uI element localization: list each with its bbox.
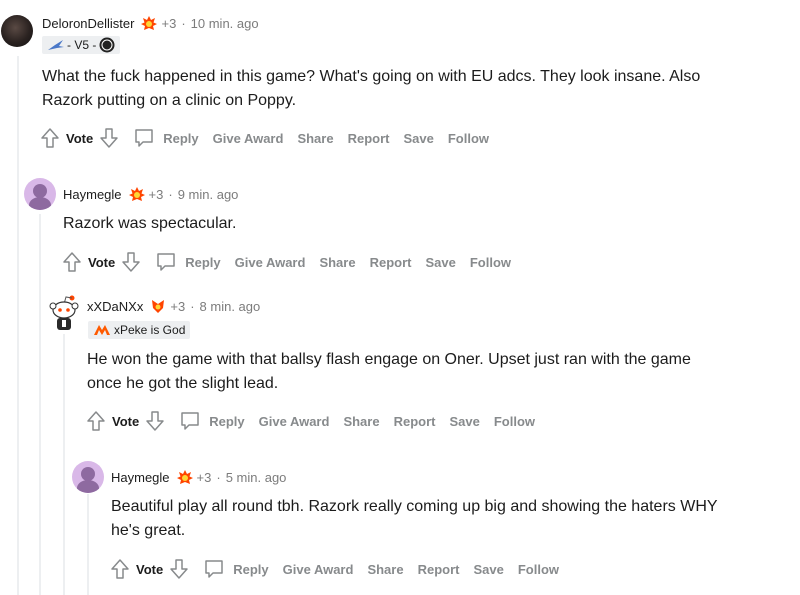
timestamp[interactable]: 5 min. ago xyxy=(226,470,287,485)
reply-button[interactable]: Reply xyxy=(133,127,199,149)
give-award-button[interactable]: Give Award xyxy=(259,414,330,429)
give-award-button[interactable]: Give Award xyxy=(235,255,306,270)
reply-button[interactable]: Reply xyxy=(155,251,221,273)
award-icon xyxy=(152,300,165,313)
username[interactable]: DeloronDellister xyxy=(42,16,134,31)
comment-body: He won the game with that ballsy flash e… xyxy=(87,351,691,392)
user-flair: xPeke is God xyxy=(88,321,191,339)
snoo-icon xyxy=(49,295,79,330)
avatar[interactable] xyxy=(1,15,33,47)
award-icon xyxy=(128,187,145,201)
timestamp[interactable]: 8 min. ago xyxy=(200,299,261,314)
upvote-icon[interactable] xyxy=(86,410,106,432)
award-icon xyxy=(176,470,193,484)
comment-meta: xXDaNXx +3 · 8 min. ago xyxy=(87,298,261,314)
share-button[interactable]: Share xyxy=(343,414,379,429)
comment-meta: DeloronDellister +3 · 10 min. ago xyxy=(42,15,259,31)
comment-icon xyxy=(157,253,175,271)
comment-actions: Vote Reply Give Award Share Report Save … xyxy=(62,250,511,274)
award-icon xyxy=(141,16,158,30)
karma: +3 xyxy=(196,469,212,485)
avatar[interactable] xyxy=(72,461,104,493)
reply-button[interactable]: Reply xyxy=(179,410,245,432)
team-logo-icon xyxy=(99,37,115,53)
comment-meta: Haymegle +3 · 9 min. ago xyxy=(63,186,239,202)
comment-body: What the fuck happened in this game? Wha… xyxy=(42,68,701,109)
follow-button[interactable]: Follow xyxy=(494,414,535,429)
vote-count: Vote xyxy=(136,561,164,577)
flair-text: xPeke is God xyxy=(114,323,186,337)
upvote-icon[interactable] xyxy=(110,558,130,580)
save-button[interactable]: Save xyxy=(473,562,503,577)
share-button[interactable]: Share xyxy=(297,131,333,146)
username[interactable]: Haymegle xyxy=(63,187,122,202)
timestamp[interactable]: 9 min. ago xyxy=(178,187,239,202)
karma: +3 xyxy=(170,298,186,314)
follow-button[interactable]: Follow xyxy=(470,255,511,270)
reply-button[interactable]: Reply xyxy=(203,558,269,580)
vote-count: Vote xyxy=(112,413,140,429)
thread-line[interactable] xyxy=(39,214,41,595)
thread-line[interactable] xyxy=(63,334,65,595)
follow-button[interactable]: Follow xyxy=(448,131,489,146)
jet-icon xyxy=(48,40,64,50)
flair-text: - V5 - xyxy=(67,38,97,52)
thread-line[interactable] xyxy=(17,56,19,595)
comment-actions: Vote Reply Give Award Share Report Save … xyxy=(40,126,489,150)
username[interactable]: xXDaNXx xyxy=(87,299,143,314)
report-button[interactable]: Report xyxy=(348,131,390,146)
give-award-button[interactable]: Give Award xyxy=(213,131,284,146)
save-button[interactable]: Save xyxy=(403,131,433,146)
downvote-icon[interactable] xyxy=(145,410,165,432)
follow-button[interactable]: Follow xyxy=(518,562,559,577)
share-button[interactable]: Share xyxy=(367,562,403,577)
share-button[interactable]: Share xyxy=(319,255,355,270)
report-button[interactable]: Report xyxy=(394,414,436,429)
comment-actions: Vote Reply Give Award Share Report Save … xyxy=(110,557,559,581)
thread-line[interactable] xyxy=(87,494,89,595)
vote-count: Vote xyxy=(88,254,116,270)
timestamp[interactable]: 10 min. ago xyxy=(191,16,259,31)
give-award-button[interactable]: Give Award xyxy=(283,562,354,577)
karma: +3 xyxy=(161,15,177,31)
avatar[interactable] xyxy=(47,294,81,332)
upvote-icon[interactable] xyxy=(40,127,60,149)
report-button[interactable]: Report xyxy=(418,562,460,577)
vote-count: Vote xyxy=(66,130,94,146)
user-flair: - V5 - xyxy=(42,36,121,54)
upvote-icon[interactable] xyxy=(62,251,82,273)
save-button[interactable]: Save xyxy=(449,414,479,429)
karma: +3 xyxy=(148,186,164,202)
comment-actions: Vote Reply Give Award Share Report Save … xyxy=(86,409,535,433)
downvote-icon[interactable] xyxy=(99,127,119,149)
comment-icon xyxy=(135,129,153,147)
avatar[interactable] xyxy=(24,178,56,210)
report-button[interactable]: Report xyxy=(370,255,412,270)
downvote-icon[interactable] xyxy=(169,558,189,580)
downvote-icon[interactable] xyxy=(121,251,141,273)
comment-icon xyxy=(205,560,223,578)
comment-icon xyxy=(181,412,199,430)
comment-body: Razork was spectacular. xyxy=(63,215,237,232)
username[interactable]: Haymegle xyxy=(111,470,170,485)
team-logo-icon xyxy=(94,325,110,335)
comment-body: Beautiful play all round tbh. Razork rea… xyxy=(111,498,718,539)
save-button[interactable]: Save xyxy=(425,255,455,270)
comment-meta: Haymegle +3 · 5 min. ago xyxy=(111,469,287,485)
